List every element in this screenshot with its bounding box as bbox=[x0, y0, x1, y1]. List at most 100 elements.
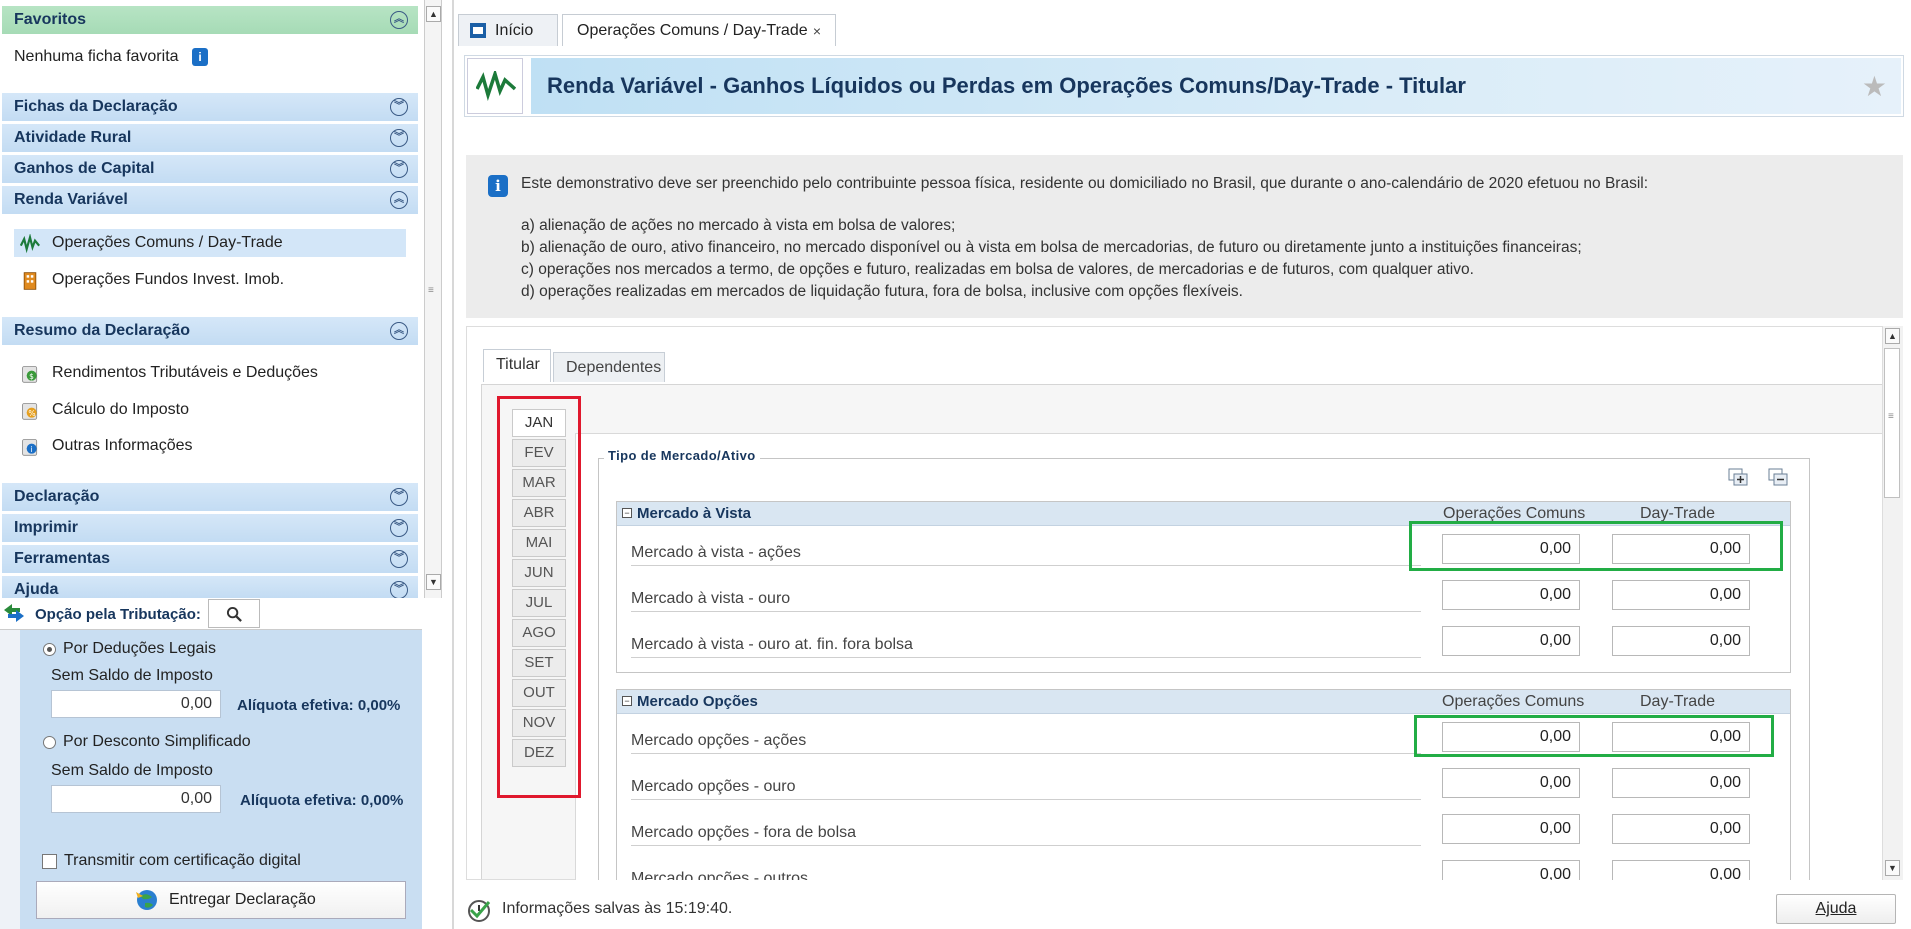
opcao-header: Opção pela Tributação: bbox=[0, 598, 422, 630]
ajuda-button[interactable]: Ajuda bbox=[1776, 894, 1896, 924]
expand-all-icon[interactable] bbox=[1728, 468, 1750, 488]
opcao-title: Opção pela Tributação: bbox=[35, 606, 201, 623]
panel-divider[interactable] bbox=[452, 0, 454, 929]
tab-operacoes-comuns[interactable]: Operações Comuns / Day-Trade × bbox=[562, 14, 836, 46]
input-operacoes-comuns[interactable]: 0,00 bbox=[1442, 580, 1580, 610]
radio-desconto-simplificado[interactable] bbox=[43, 736, 56, 749]
arrows-icon bbox=[4, 604, 24, 622]
section-atividade-rural[interactable]: Atividade Rural ︾ bbox=[2, 124, 418, 152]
tab-inicio[interactable]: Início bbox=[458, 14, 558, 46]
section-fichas-declaracao[interactable]: Fichas da Declaração ︾ bbox=[2, 93, 418, 121]
section-resumo-declaracao[interactable]: Resumo da Declaração ︽ bbox=[2, 317, 418, 345]
info-icon[interactable]: i bbox=[192, 48, 208, 66]
section-label: Renda Variável bbox=[14, 191, 128, 208]
section-favoritos[interactable]: Favoritos ︽ bbox=[2, 6, 418, 34]
section-favoritos-label: Favoritos bbox=[14, 11, 87, 28]
section-ferramentas[interactable]: Ferramentas ︾ bbox=[2, 545, 418, 573]
chevron-down-icon[interactable]: ︾ bbox=[390, 581, 408, 598]
favoritos-empty-text: Nenhuma ficha favorita bbox=[14, 48, 179, 65]
nav-item-calculo-imposto[interactable]: % Cálculo do Imposto bbox=[14, 396, 406, 424]
row-label: Mercado à vista - ouro at. fin. fora bol… bbox=[631, 636, 1421, 658]
chevron-down-icon[interactable]: ︾ bbox=[390, 129, 408, 147]
col-header-operacoes-comuns: Operações Comuns bbox=[1442, 693, 1585, 710]
section-imprimir[interactable]: Imprimir ︾ bbox=[2, 514, 418, 542]
nav-item-label: Operações Comuns / Day-Trade bbox=[52, 234, 283, 251]
info-box: i Este demonstrativo deve ser preenchido… bbox=[466, 155, 1903, 318]
info-document-icon: i bbox=[22, 439, 38, 456]
page-title: Renda Variável - Ganhos Líquidos ou Perd… bbox=[547, 73, 1466, 98]
section-label: Resumo da Declaração bbox=[14, 322, 191, 339]
chevron-up-icon[interactable]: ︽ bbox=[390, 11, 408, 29]
scroll-down-button[interactable]: ▼ bbox=[426, 574, 441, 590]
highlight-months-box bbox=[497, 396, 581, 798]
status-bar: Informações salvas às 15:19:40. bbox=[466, 890, 1906, 929]
section-renda-variavel[interactable]: Renda Variável ︽ bbox=[2, 186, 418, 214]
nav-item-operacoes-comuns[interactable]: Operações Comuns / Day-Trade bbox=[14, 229, 406, 257]
simplificado-aliquota: Alíquota efetiva: 0,00% bbox=[240, 792, 404, 809]
section-label: Fichas da Declaração bbox=[14, 98, 178, 115]
section-label: Ajuda bbox=[14, 581, 59, 598]
radio-deducoes-legais[interactable] bbox=[43, 643, 56, 656]
collapse-group-icon[interactable]: − bbox=[622, 508, 632, 518]
info-intro: Este demonstrativo deve ser preenchido p… bbox=[521, 175, 1649, 192]
section-ganhos-capital[interactable]: Ganhos de Capital ︾ bbox=[2, 155, 418, 183]
opcao-tributacao-panel: Opção pela Tributação: Por Deduções Lega… bbox=[0, 598, 422, 929]
chevron-down-icon[interactable]: ︾ bbox=[390, 98, 408, 116]
info-item-b: b) alienação de ouro, ativo financeiro, … bbox=[521, 239, 1582, 256]
input-day-trade[interactable]: 0,00 bbox=[1612, 626, 1750, 656]
input-operacoes-comuns[interactable]: 0,00 bbox=[1442, 626, 1580, 656]
saved-clock-icon bbox=[468, 900, 491, 922]
chevron-down-icon[interactable]: ︾ bbox=[390, 519, 408, 537]
building-icon bbox=[23, 272, 37, 290]
input-operacoes-comuns[interactable]: 0,00 bbox=[1442, 814, 1580, 844]
row-label: Mercado à vista - ações bbox=[631, 544, 1421, 566]
section-label: Imprimir bbox=[14, 519, 79, 536]
chevron-up-icon[interactable]: ︽ bbox=[390, 191, 408, 209]
highlight-opcoes-acoes-box bbox=[1414, 715, 1774, 757]
chevron-down-icon[interactable]: ︾ bbox=[390, 550, 408, 568]
scroll-up-button[interactable]: ▲ bbox=[426, 6, 441, 22]
input-day-trade[interactable]: 0,00 bbox=[1612, 814, 1750, 844]
tab-dependentes[interactable]: Dependentes bbox=[553, 352, 665, 382]
search-button[interactable] bbox=[208, 599, 260, 628]
legais-value-field: 0,00 bbox=[51, 690, 221, 718]
chevron-up-icon[interactable]: ︽ bbox=[390, 322, 408, 340]
tab-active-label: Operações Comuns / Day-Trade bbox=[577, 22, 808, 39]
input-day-trade[interactable]: 0,00 bbox=[1612, 580, 1750, 610]
favorite-star-icon[interactable]: ★ bbox=[1862, 70, 1887, 103]
section-label: Ganhos de Capital bbox=[14, 160, 155, 177]
left-scrollbar[interactable]: ▲ ≡ ▼ bbox=[424, 0, 442, 598]
transmitir-checkbox[interactable] bbox=[42, 854, 57, 869]
nav-item-outras-informacoes[interactable]: i Outras Informações bbox=[14, 432, 406, 460]
legais-aliquota: Alíquota efetiva: 0,00% bbox=[237, 697, 401, 714]
stock-logo-icon bbox=[467, 58, 523, 114]
collapse-group-icon[interactable]: − bbox=[622, 696, 632, 706]
section-ajuda[interactable]: Ajuda ︾ bbox=[2, 576, 418, 598]
row-label: Mercado opções - ações bbox=[631, 732, 1421, 754]
entregar-declaracao-button[interactable]: Entregar Declaração bbox=[36, 881, 406, 919]
nav-item-fundos-imob[interactable]: Operações Fundos Invest. Imob. bbox=[14, 266, 406, 294]
entregar-label: Entregar Declaração bbox=[169, 891, 316, 908]
nav-item-label: Operações Fundos Invest. Imob. bbox=[52, 271, 285, 288]
section-declaracao[interactable]: Declaração ︾ bbox=[2, 483, 418, 511]
tab-inicio-label: Início bbox=[495, 22, 534, 39]
row-label: Mercado opções - fora de bolsa bbox=[631, 824, 1421, 846]
transmitir-label: Transmitir com certificação digital bbox=[64, 852, 301, 869]
status-text: Informações salvas às 15:19:40. bbox=[502, 900, 733, 917]
chevron-down-icon[interactable]: ︾ bbox=[390, 160, 408, 178]
scroll-thumb[interactable]: ≡ bbox=[1884, 348, 1900, 498]
scroll-up-button[interactable]: ▲ bbox=[1885, 328, 1900, 344]
chevron-down-icon[interactable]: ︾ bbox=[390, 488, 408, 506]
scroll-down-button[interactable]: ▼ bbox=[1885, 860, 1900, 876]
tab-titular[interactable]: Titular bbox=[483, 349, 551, 382]
scroll-grip-icon[interactable]: ≡ bbox=[428, 285, 434, 296]
nav-item-rendimentos[interactable]: $ Rendimentos Tributáveis e Deduções bbox=[14, 359, 406, 387]
collapse-all-icon[interactable] bbox=[1768, 468, 1790, 488]
simplificado-value-field: 0,00 bbox=[51, 785, 221, 813]
info-icon: i bbox=[488, 175, 508, 197]
globe-send-icon bbox=[136, 890, 157, 910]
input-operacoes-comuns[interactable]: 0,00 bbox=[1442, 768, 1580, 798]
input-day-trade[interactable]: 0,00 bbox=[1612, 768, 1750, 798]
close-tab-icon[interactable]: × bbox=[813, 15, 821, 47]
money-document-icon: $ bbox=[22, 366, 38, 383]
